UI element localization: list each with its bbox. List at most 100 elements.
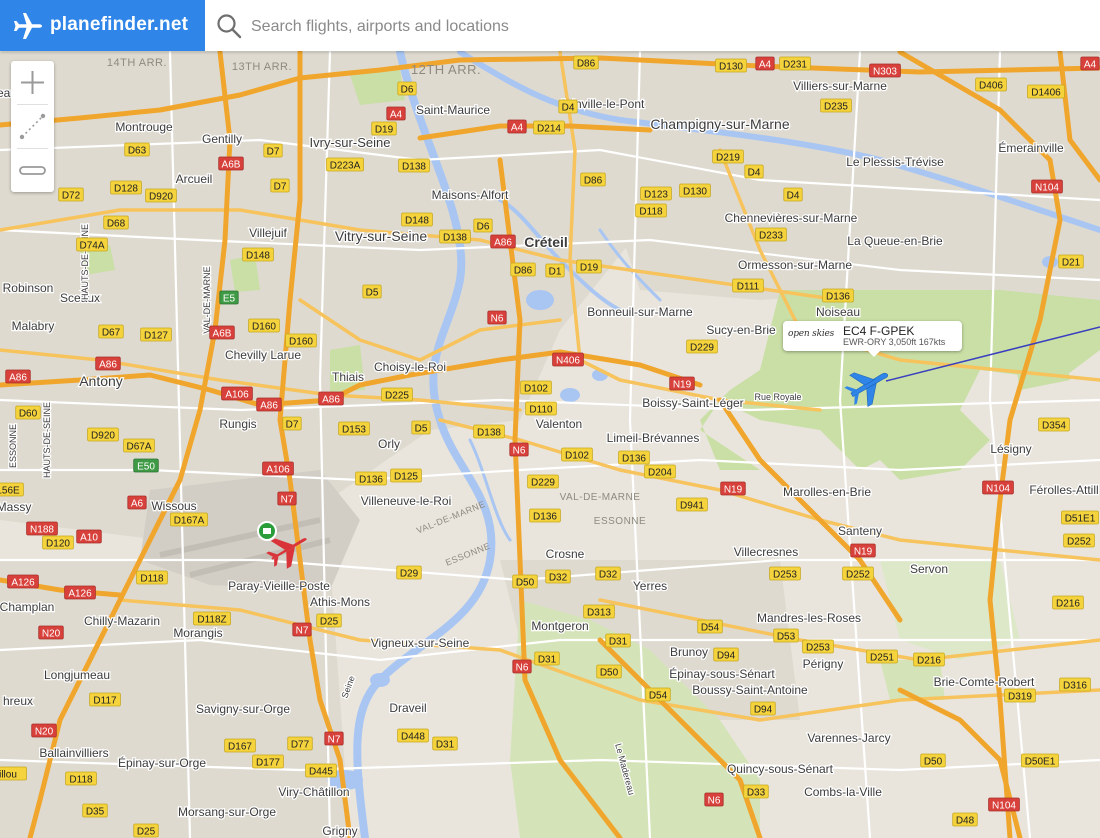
- place-label: 13TH ARR.: [232, 61, 292, 73]
- road-number: A106: [225, 390, 249, 401]
- road-number: D231: [783, 60, 807, 71]
- road-label: D229: [527, 474, 559, 489]
- place-label: Rue Royale: [754, 392, 801, 402]
- airport-marker-icon[interactable]: [257, 521, 277, 541]
- road-label: D86: [573, 55, 599, 70]
- road-number: A86: [9, 373, 27, 384]
- road-number: D229: [690, 343, 714, 354]
- road-label: D229: [686, 339, 718, 354]
- road-number: 156E: [0, 486, 20, 497]
- place-label: Servon: [910, 562, 948, 576]
- road-number: D86: [577, 59, 596, 70]
- place-label: Le Plessis-Trévise: [846, 155, 944, 169]
- search-input[interactable]: [249, 12, 1073, 42]
- search-icon[interactable]: [216, 13, 242, 39]
- road-label: D316: [1059, 677, 1091, 692]
- road-number: D120: [46, 539, 70, 550]
- place-label: Champigny-sur-Marne: [650, 116, 789, 132]
- road-number: D118: [639, 207, 663, 218]
- road-label: D77: [287, 736, 313, 751]
- place-label: Villeneuve-le-Roi: [361, 494, 452, 508]
- place-label: HAUTS-DE-SEINE: [42, 402, 52, 478]
- place-label: Crosne: [546, 547, 585, 561]
- brand-logo[interactable]: planefinder.net: [0, 0, 205, 51]
- place-label: HAUTS-DE-SEINE: [80, 224, 90, 300]
- road-number: D67A: [126, 442, 151, 453]
- road-number: N6: [491, 314, 504, 325]
- road-number: D235: [824, 102, 848, 113]
- road-label: D117: [89, 692, 121, 707]
- road-label: D160: [285, 333, 317, 348]
- road-number: N7: [296, 626, 309, 637]
- map-canvas[interactable]: 14TH ARR. 13TH ARR. 12TH ARR. Montrouge Gent…: [0, 0, 1100, 838]
- zoom-out-button[interactable]: [11, 149, 54, 192]
- road-label: D19: [576, 259, 602, 274]
- road-label: D1: [545, 263, 565, 278]
- place-label: Grigny: [322, 824, 357, 838]
- road-number: A86: [322, 395, 340, 406]
- road-number: D128: [114, 184, 138, 195]
- flight-route-altitude-speed: EWR-ORY 3,050ft 167kts: [843, 337, 946, 347]
- road-number: D4: [562, 103, 575, 114]
- road-label: D7: [282, 416, 302, 431]
- road-label: A6B: [209, 325, 235, 340]
- road-number: D167: [228, 742, 252, 753]
- road-label: N20: [31, 723, 57, 738]
- road-number: D35: [86, 807, 105, 818]
- place-label: Brunoy: [670, 645, 708, 659]
- road-number: D67: [102, 328, 121, 339]
- road-number: D160: [289, 337, 313, 348]
- place-label: Émerainville: [998, 140, 1064, 155]
- place-label: 14TH ARR.: [107, 57, 167, 69]
- road-number: D167A: [174, 516, 205, 527]
- place-label: Ballainvilliers: [39, 746, 108, 760]
- road-number: D216: [917, 656, 941, 667]
- road-number: D253: [773, 570, 797, 581]
- road-label: A86: [95, 356, 121, 371]
- flight-info-label[interactable]: open skies EC4 F-GPEK EWR-ORY 3,050ft 16…: [783, 321, 962, 357]
- road-label: D31: [605, 633, 631, 648]
- road-label: N6: [509, 442, 529, 457]
- road-label: D118: [635, 203, 667, 218]
- road-number: D1: [549, 267, 562, 278]
- road-label: D67A: [123, 438, 155, 453]
- place-label: Vigneux-sur-Seine: [371, 636, 470, 650]
- road-label: A10: [76, 529, 102, 544]
- road-label: D118: [136, 570, 168, 585]
- place-label: Maisons-Alfort: [432, 188, 509, 202]
- place-label: Longjumeau: [44, 668, 110, 682]
- road-number: D177: [256, 758, 280, 769]
- measure-distance-button[interactable]: [11, 105, 54, 148]
- road-label: N406: [552, 352, 584, 367]
- place-label: Draveil: [389, 701, 426, 715]
- road-label: D4: [558, 99, 578, 114]
- road-label: N7: [277, 491, 297, 506]
- place-label: Bonneuil-sur-Marne: [587, 305, 693, 319]
- road-label: D74A: [76, 237, 108, 252]
- road-number: D102: [524, 384, 548, 395]
- zoom-in-button[interactable]: [11, 61, 54, 104]
- road-label: D94: [750, 701, 776, 716]
- road-number: D136: [826, 292, 850, 303]
- road-number: N188: [30, 525, 54, 536]
- road-label: D35: [82, 803, 108, 818]
- place-label: Gentilly: [202, 132, 242, 146]
- road-label: D21: [1058, 254, 1084, 269]
- road-label: D1406: [1027, 84, 1065, 99]
- place-label: Saint-Maurice: [416, 103, 490, 117]
- road-number: D153: [342, 425, 366, 436]
- road-label: D118: [65, 771, 97, 786]
- place-label: Savigny-sur-Orge: [196, 702, 290, 716]
- road-label: E50: [133, 458, 159, 473]
- road-label: D125: [390, 468, 422, 483]
- road-label: D941: [676, 497, 708, 512]
- road-label: D130: [679, 183, 711, 198]
- road-label: D4: [783, 187, 803, 202]
- road-number: D130: [719, 62, 743, 73]
- road-label: D25: [133, 823, 159, 838]
- road-number: D448: [401, 732, 425, 743]
- road-label: D86: [510, 262, 536, 277]
- road-label: N104: [988, 797, 1020, 812]
- road-label: A4: [386, 106, 406, 121]
- place-label: Thiais: [332, 370, 364, 384]
